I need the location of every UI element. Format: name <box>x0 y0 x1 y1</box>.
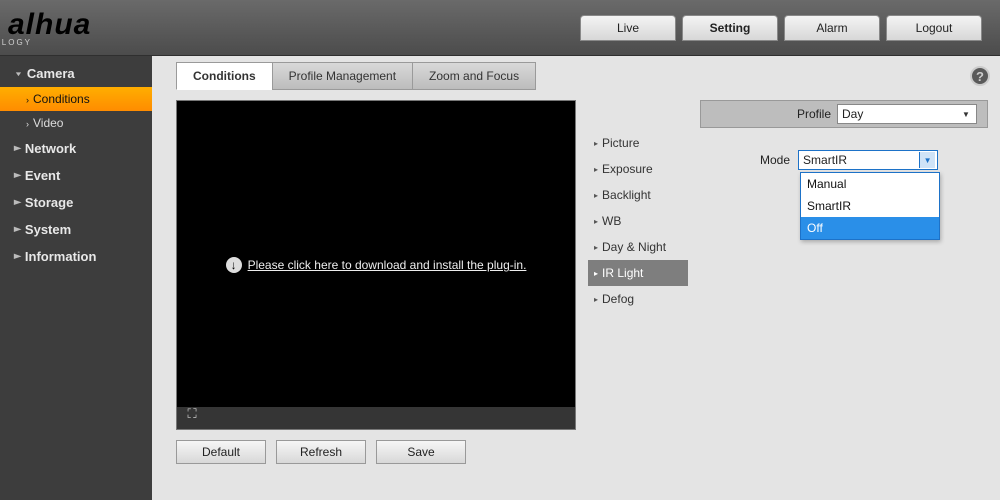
chevron-right-icon: ▶ <box>14 172 21 180</box>
profile-row: Profile Day ▼ <box>700 100 988 128</box>
chevron-right-icon: › <box>26 119 29 129</box>
triangle-icon: ▸ <box>594 217 598 226</box>
mode-option-smartir[interactable]: SmartIR <box>801 195 939 217</box>
subtab-zoom-focus[interactable]: Zoom and Focus <box>412 62 536 90</box>
category-list: ▸Picture ▸Exposure ▸Backlight ▸WB ▸Day &… <box>588 130 688 430</box>
cat-backlight[interactable]: ▸Backlight <box>588 182 688 208</box>
mode-row: Mode SmartIR ▼ <box>760 150 988 170</box>
brand-name: alhua <box>8 8 91 42</box>
chevron-right-icon: ▶ <box>14 226 21 234</box>
subtabs: Conditions Profile Management Zoom and F… <box>176 62 988 90</box>
triangle-icon: ▸ <box>594 165 598 174</box>
chevron-down-icon: ▼ <box>958 106 974 122</box>
sidebar-group-information[interactable]: ▶Information <box>0 243 152 270</box>
chevron-right-icon: › <box>26 95 29 105</box>
action-row: Default Refresh Save <box>176 440 988 464</box>
download-icon: ↓ <box>226 257 242 273</box>
header: alhua TECHNOLOGY Live Setting Alarm Logo… <box>0 0 1000 56</box>
mode-option-off[interactable]: Off <box>801 217 939 239</box>
save-button[interactable]: Save <box>376 440 466 464</box>
triangle-icon: ▸ <box>594 191 598 200</box>
sidebar-group-system[interactable]: ▶System <box>0 216 152 243</box>
sidebar-item-conditions[interactable]: ›Conditions <box>0 87 152 111</box>
chevron-down-icon: ▼ <box>14 70 23 77</box>
preview-toolbar <box>177 407 575 429</box>
cat-ir-light[interactable]: ▸IR Light <box>588 260 688 286</box>
fullscreen-icon[interactable]: ⛶ <box>183 405 201 423</box>
cat-picture[interactable]: ▸Picture <box>588 130 688 156</box>
triangle-icon: ▸ <box>594 269 598 278</box>
settings-panel: Profile Day ▼ Mode SmartIR ▼ Manual Smar <box>700 100 988 430</box>
sidebar-group-event[interactable]: ▶Event <box>0 162 152 189</box>
refresh-button[interactable]: Refresh <box>276 440 366 464</box>
profile-select[interactable]: Day ▼ <box>837 104 977 124</box>
cat-defog[interactable]: ▸Defog <box>588 286 688 312</box>
default-button[interactable]: Default <box>176 440 266 464</box>
sidebar-item-video[interactable]: ›Video <box>0 111 152 135</box>
cat-exposure[interactable]: ▸Exposure <box>588 156 688 182</box>
mode-option-manual[interactable]: Manual <box>801 173 939 195</box>
tab-alarm[interactable]: Alarm <box>784 15 880 41</box>
sidebar-group-camera[interactable]: ▼Camera <box>0 60 152 87</box>
tab-logout[interactable]: Logout <box>886 15 982 41</box>
profile-label: Profile <box>797 107 831 121</box>
top-tabs: Live Setting Alarm Logout <box>580 15 982 41</box>
chevron-down-icon: ▼ <box>919 152 935 168</box>
video-preview: ↓ Please click here to download and inst… <box>176 100 576 430</box>
brand-sub: TECHNOLOGY <box>0 38 32 47</box>
brand-logo: alhua TECHNOLOGY <box>8 8 91 47</box>
cat-wb[interactable]: ▸WB <box>588 208 688 234</box>
mode-select[interactable]: SmartIR ▼ <box>798 150 938 170</box>
mode-label: Mode <box>760 153 790 167</box>
subtab-conditions[interactable]: Conditions <box>176 62 273 90</box>
chevron-right-icon: ▶ <box>14 253 21 261</box>
triangle-icon: ▸ <box>594 295 598 304</box>
tab-setting[interactable]: Setting <box>682 15 778 41</box>
main: ? Conditions Profile Management Zoom and… <box>152 56 1000 500</box>
cat-day-night[interactable]: ▸Day & Night <box>588 234 688 260</box>
plugin-download-link[interactable]: Please click here to download and instal… <box>248 258 527 272</box>
subtab-profile-management[interactable]: Profile Management <box>272 62 413 90</box>
mode-dropdown: Manual SmartIR Off <box>800 172 940 240</box>
help-icon[interactable]: ? <box>970 66 990 86</box>
sidebar-group-network[interactable]: ▶Network <box>0 135 152 162</box>
chevron-right-icon: ▶ <box>14 199 21 207</box>
triangle-icon: ▸ <box>594 139 598 148</box>
tab-live[interactable]: Live <box>580 15 676 41</box>
triangle-icon: ▸ <box>594 243 598 252</box>
chevron-right-icon: ▶ <box>14 145 21 153</box>
sidebar-group-storage[interactable]: ▶Storage <box>0 189 152 216</box>
sidebar: ▼Camera ›Conditions ›Video ▶Network ▶Eve… <box>0 56 152 500</box>
